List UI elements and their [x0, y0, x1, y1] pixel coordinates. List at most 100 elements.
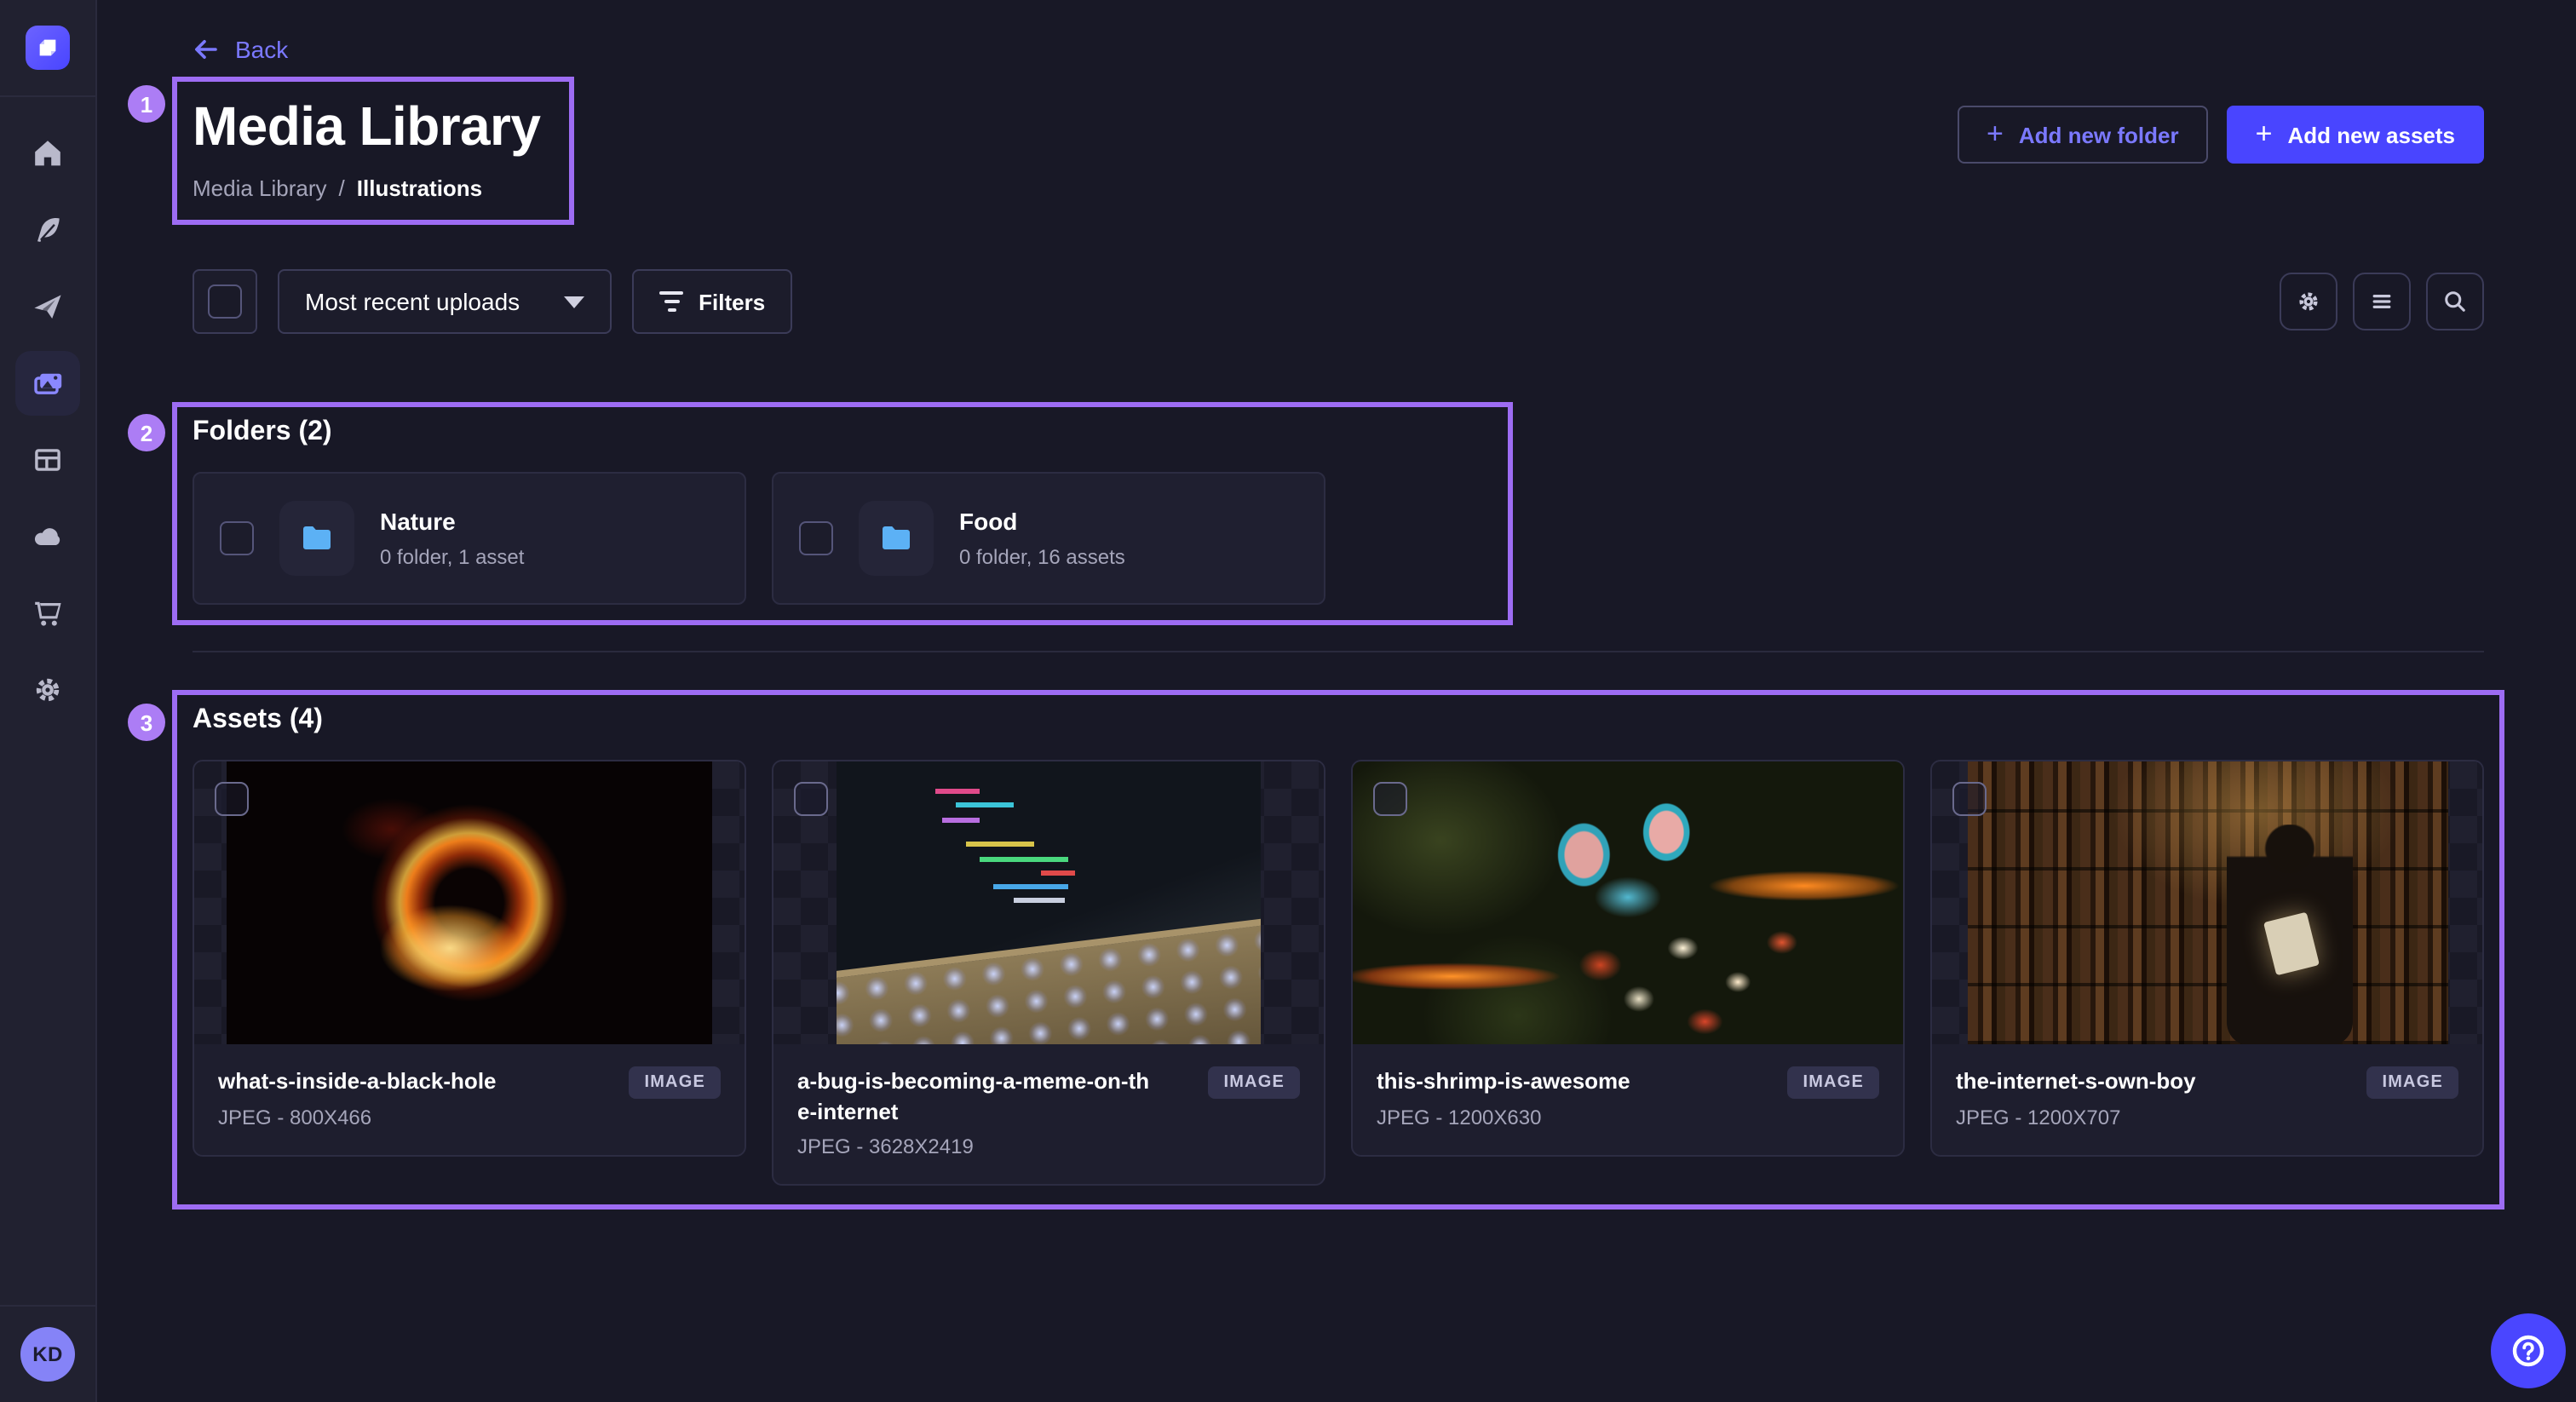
app-window: KD Back 1 Media Library Media Library / …: [0, 0, 2576, 1402]
cart-icon: [31, 595, 65, 629]
select-all-checkbox[interactable]: [208, 284, 242, 319]
toolbar-right: [2280, 273, 2484, 330]
folder-texts: Food 0 folder, 16 assets: [959, 509, 1125, 570]
toolbar-left: Most recent uploads Filters: [193, 269, 792, 334]
sidebar-item-releases[interactable]: [0, 267, 95, 344]
asset-grid: what-s-inside-a-black-hole JPEG - 800X46…: [193, 760, 2484, 1186]
asset-preview: [1932, 761, 2482, 1044]
header-actions: + Add new folder + Add new assets: [1958, 106, 2484, 164]
cloud-icon: [31, 519, 65, 553]
annotation-badge-1: 1: [128, 85, 165, 123]
asset-texts: a-bug-is-becoming-a-meme-on-the-internet…: [797, 1066, 1155, 1158]
asset-meta: JPEG - 3628X2419: [797, 1135, 1155, 1159]
asset-texts: what-s-inside-a-black-hole JPEG - 800X46…: [218, 1066, 497, 1129]
asset-card-black-hole[interactable]: what-s-inside-a-black-hole JPEG - 800X46…: [193, 760, 746, 1156]
folder-checkbox[interactable]: [799, 521, 833, 555]
asset-info: a-bug-is-becoming-a-meme-on-the-internet…: [773, 1044, 1324, 1184]
asset-info: this-shrimp-is-awesome JPEG - 1200X630 I…: [1353, 1044, 1903, 1154]
folder-checkbox[interactable]: [220, 521, 254, 555]
asset-checkbox[interactable]: [1373, 782, 1407, 816]
breadcrumb-separator: /: [339, 175, 345, 201]
asset-preview: [773, 761, 1324, 1044]
sort-dropdown[interactable]: Most recent uploads: [278, 269, 612, 334]
annotation-badge-3: 3: [128, 704, 165, 741]
folder-card-food[interactable]: Food 0 folder, 16 assets: [772, 472, 1325, 605]
select-all-checkbox-button[interactable]: [193, 269, 257, 334]
folders-heading: Folders (2): [193, 417, 1325, 448]
breadcrumb-item-media-library[interactable]: Media Library: [193, 175, 327, 201]
asset-preview: [1353, 761, 1903, 1044]
folder-texts: Nature 0 folder, 1 asset: [380, 509, 524, 570]
active-highlight: [15, 350, 80, 415]
asset-checkbox[interactable]: [794, 782, 828, 816]
annotation-badge-2: 2: [128, 414, 165, 451]
back-link[interactable]: Back: [193, 36, 288, 63]
sidebar-item-marketplace[interactable]: [0, 574, 95, 651]
breadcrumb-item-illustrations: Illustrations: [357, 175, 482, 201]
section-divider: [193, 651, 2484, 652]
sidebar-nav: [0, 97, 95, 1305]
grid-settings-button[interactable]: [2280, 273, 2337, 330]
home-icon: [31, 135, 65, 170]
chevron-down-icon: [564, 296, 584, 307]
sidebar-item-content-manager[interactable]: [0, 191, 95, 267]
list-icon: [2368, 288, 2395, 315]
asset-meta: JPEG - 800X466: [218, 1105, 497, 1129]
asset-card-internets-own-boy[interactable]: the-internet-s-own-boy JPEG - 1200X707 I…: [1930, 760, 2484, 1156]
title-block: 1 Media Library Media Library / Illustra…: [193, 94, 547, 208]
plus-icon: +: [2256, 118, 2273, 147]
sidebar-item-media-library[interactable]: [0, 344, 95, 421]
page-title: Media Library: [193, 97, 547, 157]
filters-button[interactable]: Filters: [632, 269, 792, 334]
question-mark-icon: [2511, 1334, 2545, 1368]
asset-checkbox[interactable]: [1952, 782, 1987, 816]
folder-card-nature[interactable]: Nature 0 folder, 1 asset: [193, 472, 746, 605]
avatar[interactable]: KD: [20, 1327, 75, 1382]
sidebar-item-home[interactable]: [0, 114, 95, 191]
sidebar-item-content-type-builder[interactable]: [0, 421, 95, 497]
asset-type-badge: IMAGE: [1208, 1066, 1300, 1099]
filter-icon: [659, 291, 683, 312]
asset-title: a-bug-is-becoming-a-meme-on-the-internet: [797, 1066, 1155, 1126]
asset-type-badge: IMAGE: [629, 1066, 721, 1099]
asset-meta: JPEG - 1200X630: [1377, 1105, 1630, 1129]
search-button[interactable]: [2426, 273, 2484, 330]
sidebar-item-settings[interactable]: [0, 651, 95, 727]
add-new-folder-button[interactable]: + Add new folder: [1958, 106, 2208, 164]
list-view-button[interactable]: [2353, 273, 2411, 330]
black-hole-image: [227, 761, 712, 1044]
sidebar-footer: KD: [0, 1305, 95, 1402]
assets-section: 3 Assets (4) what-s-inside-a-black-hole …: [193, 705, 2484, 1186]
folders-section: 2 Folders (2) Nature 0 folder, 1 asset: [193, 417, 1325, 605]
asset-card-shrimp[interactable]: this-shrimp-is-awesome JPEG - 1200X630 I…: [1351, 760, 1905, 1156]
sort-selected-value: Most recent uploads: [305, 288, 520, 315]
asset-preview: [194, 761, 745, 1044]
asset-info: what-s-inside-a-black-hole JPEG - 800X46…: [194, 1044, 745, 1154]
logo-cell: [0, 0, 95, 97]
add-new-assets-button[interactable]: + Add new assets: [2227, 106, 2484, 164]
folder-icon: [877, 520, 915, 557]
sidebar-item-deploy[interactable]: [0, 497, 95, 574]
folder-icon: [298, 520, 336, 557]
help-button[interactable]: [2491, 1313, 2566, 1388]
asset-title: the-internet-s-own-boy: [1956, 1066, 2196, 1096]
filters-label: Filters: [699, 289, 765, 314]
asset-texts: this-shrimp-is-awesome JPEG - 1200X630: [1377, 1066, 1630, 1129]
mantis-shrimp-image: [1353, 761, 1903, 1044]
plus-icon: +: [1987, 118, 2004, 147]
folder-list: Nature 0 folder, 1 asset Food 0 folder, …: [193, 472, 1325, 605]
asset-meta: JPEG - 1200X707: [1956, 1105, 2196, 1129]
library-portrait-image: [1967, 761, 2447, 1044]
asset-info: the-internet-s-own-boy JPEG - 1200X707 I…: [1932, 1044, 2482, 1154]
toolbar: Most recent uploads Filters: [193, 269, 2484, 334]
asset-texts: the-internet-s-own-boy JPEG - 1200X707: [1956, 1066, 2196, 1129]
asset-type-badge: IMAGE: [1787, 1066, 1879, 1099]
asset-checkbox[interactable]: [215, 782, 249, 816]
folder-name: Food: [959, 509, 1125, 537]
strapi-logo[interactable]: [26, 26, 70, 70]
asset-card-bug-meme[interactable]: a-bug-is-becoming-a-meme-on-the-internet…: [772, 760, 1325, 1186]
layout-icon: [31, 442, 65, 476]
back-label: Back: [235, 36, 288, 63]
gear-icon: [31, 672, 65, 706]
folder-meta: 0 folder, 1 asset: [380, 545, 524, 569]
